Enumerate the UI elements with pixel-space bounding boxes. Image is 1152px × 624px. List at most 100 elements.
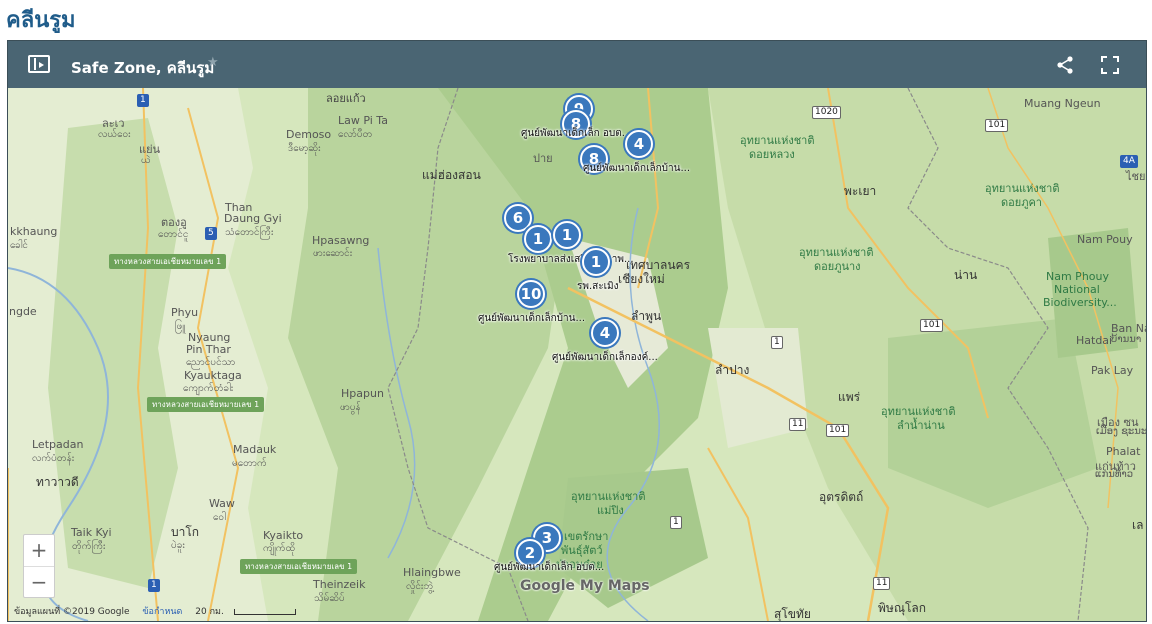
place-label: လယ်ဝေး — [98, 129, 131, 140]
place-label: ဖားဆောင်း — [313, 248, 353, 259]
marker-label: ศูนย์พัฒนาเด็กเล็กบ้าน... — [478, 313, 586, 324]
place-label: ခေါင် — [10, 240, 28, 251]
place-label: ဒီမော့ဆိုး — [288, 143, 321, 154]
place-label: တိုက်ကြီး — [72, 541, 106, 552]
star-icon[interactable]: ★ — [207, 55, 219, 70]
google-my-maps-logo: Google My Maps — [520, 578, 650, 594]
highway-label: ทางหลวงสายเอเชียหมายเลข 1 — [147, 397, 265, 412]
place-label: ເມືອງ ຊະນະ — [1096, 426, 1147, 437]
place-label: Letpadan — [32, 438, 84, 451]
route-shield: 1 — [771, 336, 783, 349]
place-label: Muang Ngeun — [1024, 97, 1101, 110]
cluster-marker[interactable]: 10 — [517, 280, 545, 308]
map-footer: ข้อมูลแผนที่ ©2019 Google ข้อกำหนด 20 กม… — [14, 604, 306, 618]
fullscreen-icon[interactable] — [1101, 56, 1119, 74]
place-label: Law Pi Ta — [338, 114, 388, 127]
place-label: ปาย — [533, 152, 553, 165]
place-label: ယဲ — [141, 155, 151, 166]
place-label: Hpapun — [341, 387, 384, 400]
place-label: ညောင်ပင်သာ — [186, 357, 236, 368]
place-label: สุโขทัย — [774, 607, 811, 621]
place-label: เล — [1132, 518, 1144, 532]
place-label: ngde — [9, 305, 37, 318]
place-label: ပဲခူး — [171, 540, 185, 551]
park-label: ดอยภูคา — [1001, 196, 1042, 209]
place-label: ဝေါ — [213, 512, 226, 523]
route-shield: 101 — [985, 119, 1009, 132]
route-shield: 4A — [1120, 155, 1138, 168]
place-label: မတောက် — [232, 458, 267, 469]
map-title: Safe Zone, คลีนรูม — [71, 59, 215, 77]
place-label: Phyu — [171, 306, 199, 319]
place-label: Waw — [209, 497, 235, 510]
route-shield: 1020 — [812, 106, 841, 119]
place-label: သိမ်ဆိပ် — [314, 593, 345, 604]
place-label: သံတောင်ကြီး — [225, 227, 274, 238]
route-shield: 101 — [920, 319, 944, 332]
place-label: เชียงใหม่ — [618, 272, 665, 286]
route-shield: 11 — [873, 577, 891, 590]
cluster-marker[interactable]: 4 — [625, 130, 653, 158]
map-embed: Safe Zone, คลีนรูม ★ ลอยแก้ว Law Pi Ta လ… — [7, 40, 1147, 622]
highway-label: ทางหลวงสายเอเชียหมายเลข 1 — [109, 254, 227, 269]
terms-link[interactable]: ข้อกำหนด — [142, 607, 182, 617]
place-label: လက်ပံတန်း — [32, 453, 75, 464]
highway-label: ทางหลวงสายเอเชียหมายเลข 1 — [240, 559, 358, 574]
marker-label: โรงพยาบาลส่งเสริมสุขภาพ... — [508, 254, 634, 265]
zoom-in-button[interactable]: + — [24, 535, 54, 566]
park-label: ดอยหลวง — [749, 148, 795, 161]
place-label: Taik Kyi — [71, 526, 112, 539]
place-label: อุตรดิตถ์ — [819, 490, 864, 504]
place-label: ကျောက်တံခါး — [183, 383, 234, 394]
route-shield: 1 — [137, 94, 149, 107]
share-icon[interactable] — [1055, 55, 1075, 75]
park-label: ลำน้ำน่าน — [897, 419, 945, 432]
place-label: kkhaung — [10, 225, 58, 238]
cluster-marker[interactable]: 4 — [591, 319, 619, 347]
place-label: Daung Gyi — [224, 212, 282, 225]
place-label: လော်ပီတ — [338, 129, 373, 140]
place-label: ແກ່ນທ້າວ — [1095, 469, 1134, 480]
zoom-control: + − — [23, 534, 55, 598]
route-shield: 11 — [789, 418, 807, 431]
place-label: တောင်ငူ — [158, 229, 189, 240]
place-label: Madauk — [233, 443, 277, 456]
marker-label: ศูนย์พัฒนาเด็กเล็ก อบต... — [494, 562, 605, 573]
place-label: Hlaingbwe — [403, 566, 461, 579]
place-label: ลำปาง — [715, 363, 750, 377]
place-label: ทาวาวดี — [36, 475, 79, 489]
place-label: Theinzeik — [313, 578, 366, 591]
place-label: Demoso — [286, 128, 332, 141]
route-shield: 101 — [826, 424, 850, 437]
place-label: လှိုင်းဘွဲ့ — [406, 581, 434, 592]
zoom-out-button[interactable]: − — [24, 566, 54, 598]
route-shield: 1 — [148, 579, 160, 592]
map-copyright: ข้อมูลแผนที่ ©2019 Google — [14, 607, 130, 617]
sidebar-toggle-icon[interactable] — [28, 55, 50, 73]
place-label: แพร่ — [838, 390, 861, 404]
scale-label: 20 กม. — [195, 607, 224, 617]
marker-label: ศูนย์พัฒนาเด็กเล็กบ้าน... — [583, 163, 691, 174]
place-label: พิษณุโลก — [878, 601, 927, 615]
route-shield: 5 — [205, 227, 217, 240]
cluster-marker[interactable]: 1 — [553, 221, 581, 249]
page-title: คลีนรูม — [6, 8, 76, 33]
park-label: แม่ปิง — [597, 504, 624, 517]
place-label: ไชย — [1126, 170, 1146, 183]
map-view[interactable]: ลอยแก้ว Law Pi Ta လော်ပီတ Demoso ဒီမော့ဆ… — [8, 88, 1146, 621]
cluster-marker[interactable]: 1 — [524, 225, 552, 253]
place-label: ลอยแก้ว — [326, 92, 366, 105]
park-label: ดอยภูนาง — [814, 260, 861, 273]
place-label: ကျိုက်ထို — [263, 543, 296, 554]
park-label: Biodiversity... — [1043, 296, 1117, 309]
place-label: แม่ฮ่องสอน — [422, 168, 481, 182]
scale-bar — [233, 608, 296, 615]
marker-label: รพ.สะเมิง — [577, 281, 619, 292]
place-label: ບ້ານນາ — [1111, 334, 1142, 345]
park-label: National — [1054, 283, 1100, 296]
place-label: Pak Lay — [1091, 364, 1134, 377]
park-label: Nam Phouy — [1046, 270, 1109, 283]
place-label: Nam Pouy — [1077, 233, 1133, 246]
cluster-marker[interactable]: 1 — [582, 248, 610, 276]
place-label: น่าน — [954, 268, 978, 282]
